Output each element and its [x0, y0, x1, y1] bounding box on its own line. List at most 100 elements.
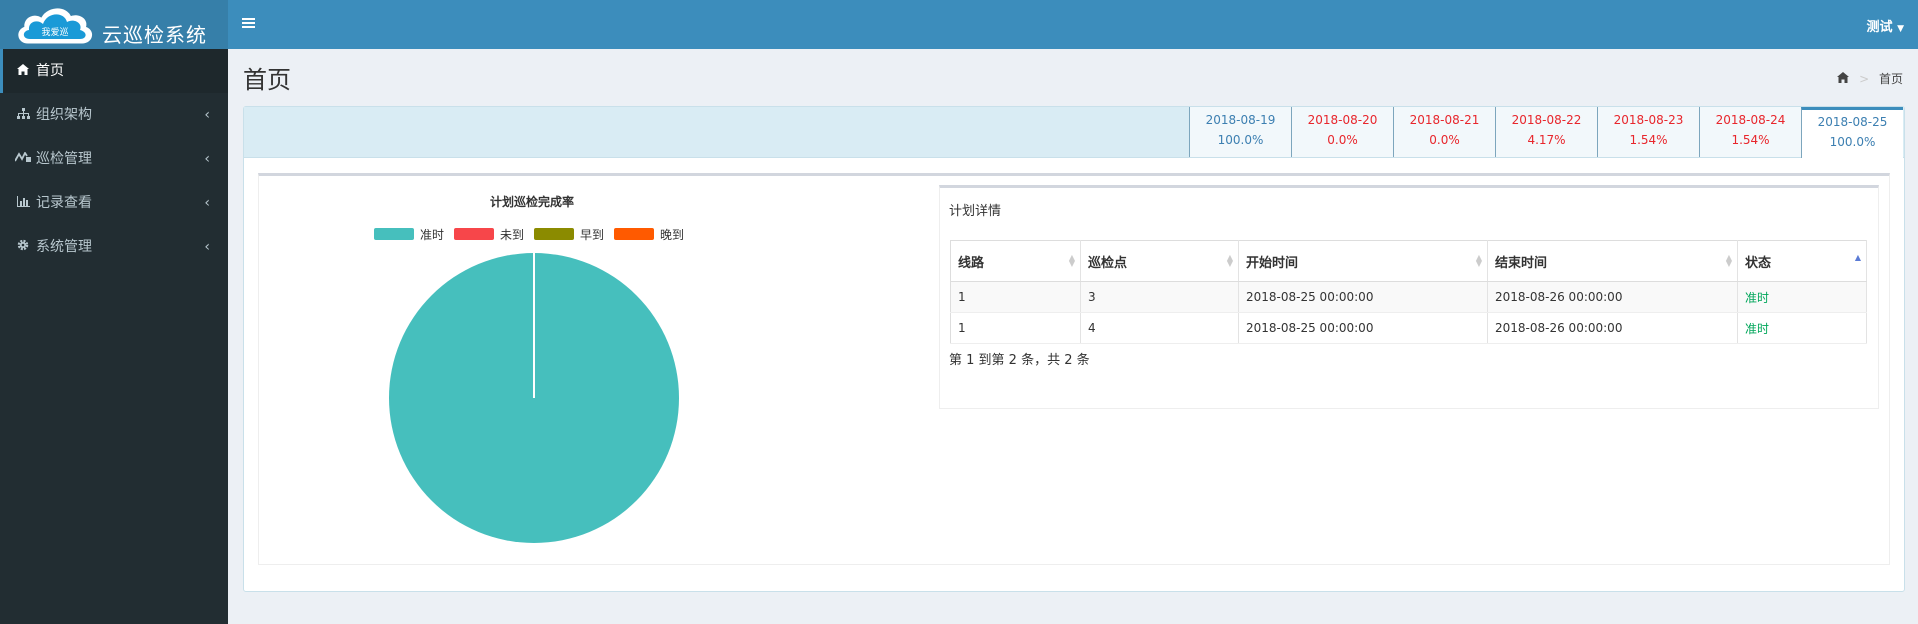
date-tab-active[interactable]: 2018-08-25 100.0% — [1801, 107, 1903, 158]
table-row[interactable]: 1 3 2018-08-25 00:00:00 2018-08-26 00:00… — [950, 281, 1867, 313]
legend-label: 未到 — [500, 228, 525, 242]
plan-detail-table: 线路 ▲ ▼ 巡检点 ▲ ▼ 开始时间 ▲ ▼ 结束时间 ▲ ▼ 状态 ▲ 1 … — [950, 240, 1867, 344]
app-title: 云巡检系统 — [102, 23, 207, 47]
legend-swatch — [454, 228, 494, 240]
date-tabs: 2018-08-19 100.0% 2018-08-20 0.0% 2018-0… — [244, 107, 1904, 158]
sidebar-item-inspection[interactable]: 巡检管理 ‹ — [0, 137, 228, 181]
column-header-label: 开始时间 — [1246, 255, 1299, 271]
home-icon[interactable] — [1836, 72, 1853, 87]
tasks-icon — [14, 137, 31, 181]
column-header-route[interactable]: 线路 ▲ ▼ — [950, 240, 1081, 282]
menu-icon[interactable] — [242, 13, 255, 34]
date-tab-rate: 0.0% — [1327, 133, 1358, 147]
date-tab-rate: 4.17% — [1527, 133, 1566, 147]
sidebar-item-label: 记录查看 — [36, 195, 92, 211]
home-icon — [15, 49, 31, 93]
date-tab-date: 2018-08-19 — [1205, 113, 1276, 127]
legend-swatch — [614, 228, 654, 240]
sitemap-icon — [15, 93, 31, 137]
chart-title: 计划巡检完成率 — [490, 195, 575, 209]
date-tab-date: 2018-08-23 — [1613, 113, 1684, 127]
column-header-label: 线路 — [958, 255, 985, 271]
sidebar-item-label: 系统管理 — [36, 239, 92, 255]
date-tab-date: 2018-08-25 — [1817, 115, 1888, 129]
column-header-end-time[interactable]: 结束时间 ▲ ▼ — [1487, 240, 1738, 282]
sort-icon: ▲ ▼ — [1475, 253, 1482, 268]
date-tab[interactable]: 2018-08-24 1.54% — [1699, 107, 1801, 157]
date-tab[interactable]: 2018-08-21 0.0% — [1393, 107, 1495, 157]
logo-text: 我爱巡 — [41, 27, 68, 38]
date-tab[interactable]: 2018-08-19 100.0% — [1189, 107, 1291, 157]
sidebar-item-label: 组织架构 — [36, 107, 92, 123]
breadcrumb-current: 首页 — [1878, 72, 1903, 86]
column-header-label: 巡检点 — [1088, 255, 1128, 271]
legend-item[interactable]: 晚到 — [614, 226, 684, 243]
pie-chart — [389, 253, 679, 543]
column-header-checkpoint[interactable]: 巡检点 ▲ ▼ — [1080, 240, 1239, 282]
gear-icon — [15, 225, 31, 269]
legend-item[interactable]: 准时 — [374, 226, 444, 243]
chevron-left-icon: ‹ — [204, 195, 210, 211]
table-cell: 4 — [1080, 312, 1239, 344]
table-row[interactable]: 1 4 2018-08-25 00:00:00 2018-08-26 00:00… — [950, 312, 1867, 344]
user-name: 测试 — [1866, 20, 1893, 35]
legend-item[interactable]: 早到 — [534, 226, 604, 243]
date-tab-date: 2018-08-24 — [1715, 113, 1786, 127]
column-header-label: 结束时间 — [1495, 255, 1548, 271]
sort-icon: ▲ ▼ — [1226, 253, 1233, 268]
table-cell: 3 — [1080, 281, 1239, 313]
status-cell: 准时 — [1737, 281, 1867, 313]
legend-swatch — [374, 228, 414, 240]
sort-asc-icon: ▲ — [1854, 253, 1861, 262]
table-cell: 1 — [950, 312, 1081, 344]
cloud-logo-icon: 我爱巡 — [18, 8, 92, 44]
date-tab-rate: 100.0% — [1217, 133, 1264, 147]
date-tab-rate: 1.54% — [1731, 133, 1770, 147]
legend-label: 晚到 — [660, 228, 685, 242]
legend-label: 早到 — [580, 228, 605, 242]
column-header-start-time[interactable]: 开始时间 ▲ ▼ — [1238, 240, 1488, 282]
table-cell: 2018-08-26 00:00:00 — [1487, 312, 1738, 344]
column-header-status[interactable]: 状态 ▲ — [1737, 240, 1867, 282]
date-tab-date: 2018-08-22 — [1511, 113, 1582, 127]
pagination-info: 第 1 到第 2 条，共 2 条 — [949, 353, 1090, 368]
status-cell: 准时 — [1737, 312, 1867, 344]
sidebar: 我爱巡 云巡检系统 首页 组织架构 ‹ 巡检管理 ‹ 记录查看 ‹ 系统管理 ‹ — [0, 0, 228, 624]
date-tab-date: 2018-08-21 — [1409, 113, 1480, 127]
sort-icon: ▲ ▼ — [1725, 253, 1732, 268]
sidebar-item-records[interactable]: 记录查看 ‹ — [0, 181, 228, 225]
date-tab-rate: 1.54% — [1629, 133, 1668, 147]
sidebar-menu: 首页 组织架构 ‹ 巡检管理 ‹ 记录查看 ‹ 系统管理 ‹ — [0, 49, 228, 269]
date-tab-date: 2018-08-20 — [1307, 113, 1378, 127]
table-cell: 2018-08-26 00:00:00 — [1487, 281, 1738, 313]
legend-swatch — [534, 228, 574, 240]
date-tab-rate: 0.0% — [1429, 133, 1460, 147]
user-menu[interactable]: 测试 ▼ — [1867, 16, 1904, 35]
caret-down-icon: ▼ — [1897, 24, 1904, 34]
table-cell: 2018-08-25 00:00:00 — [1238, 281, 1488, 313]
column-header-label: 状态 — [1745, 255, 1772, 271]
logo[interactable]: 我爱巡 云巡检系统 — [0, 0, 228, 49]
chevron-left-icon: ‹ — [204, 107, 210, 123]
sidebar-item-system[interactable]: 系统管理 ‹ — [0, 225, 228, 269]
sidebar-item-label: 首页 — [36, 63, 64, 79]
breadcrumb-separator: > — [1859, 72, 1870, 86]
date-tab[interactable]: 2018-08-23 1.54% — [1597, 107, 1699, 157]
date-tab[interactable]: 2018-08-22 4.17% — [1495, 107, 1597, 157]
sidebar-item-label: 巡检管理 — [36, 151, 92, 167]
sort-icon: ▲ ▼ — [1068, 253, 1075, 268]
plan-detail-title: 计划详情 — [949, 204, 1002, 219]
chevron-left-icon: ‹ — [204, 239, 210, 255]
sidebar-item-home[interactable]: 首页 — [0, 49, 228, 93]
table-cell: 1 — [950, 281, 1081, 313]
table-cell: 2018-08-25 00:00:00 — [1238, 312, 1488, 344]
legend-label: 准时 — [420, 228, 445, 242]
page-title: 首页 — [243, 66, 291, 94]
legend-item[interactable]: 未到 — [454, 226, 524, 243]
date-tab-rate: 100.0% — [1829, 135, 1876, 149]
sidebar-item-organization[interactable]: 组织架构 ‹ — [0, 93, 228, 137]
plan-detail-panel: 计划详情 线路 ▲ ▼ 巡检点 ▲ ▼ 开始时间 ▲ ▼ 结束时间 ▲ ▼ 状态… — [939, 185, 1879, 409]
bar-chart-icon — [15, 181, 31, 225]
top-navbar: 测试 ▼ — [228, 0, 1918, 49]
date-tab[interactable]: 2018-08-20 0.0% — [1291, 107, 1393, 157]
